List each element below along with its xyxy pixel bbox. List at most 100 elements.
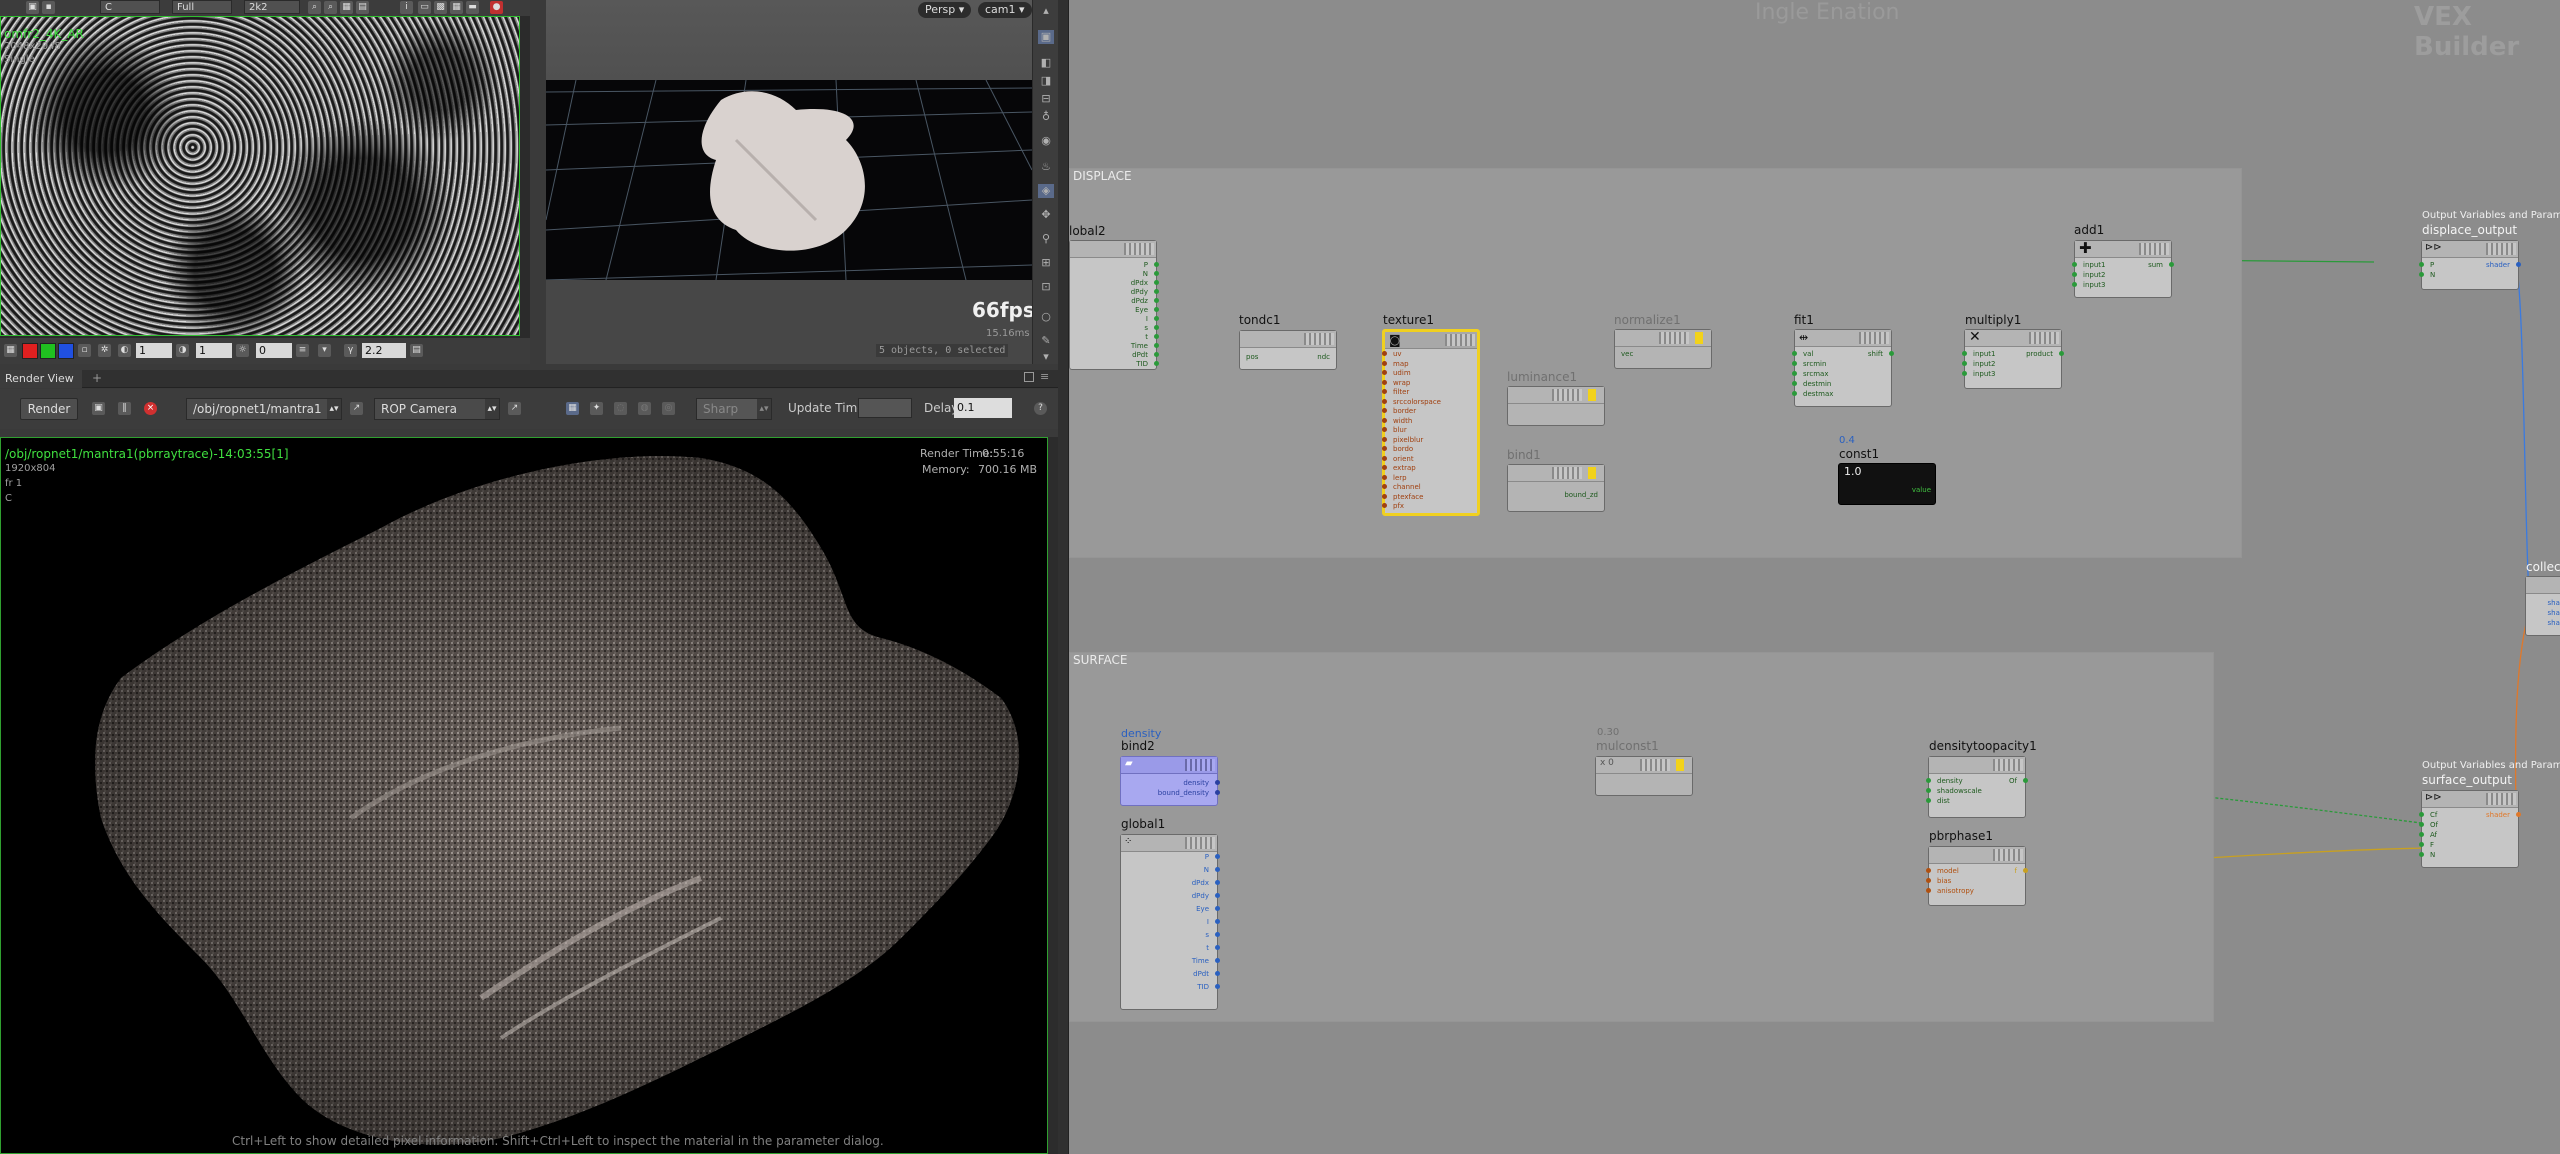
global1-port-dPdy[interactable]: dPdy	[1192, 892, 1209, 900]
surface_output-port-N[interactable]: N	[2430, 851, 2435, 859]
texture-image[interactable]	[0, 16, 520, 336]
densitytoopacity1-port-Of[interactable]: Of	[2009, 777, 2017, 785]
scroll-up-icon[interactable]: ▴	[1038, 4, 1054, 18]
global2-port-dPdy[interactable]: dPdy	[1131, 288, 1148, 296]
texture1-connector-orient[interactable]	[1382, 455, 1387, 461]
surface_output-connector-Af[interactable]	[2419, 832, 2424, 837]
displace_output-connector-P[interactable]	[2419, 262, 2424, 267]
global2-port-t[interactable]: t	[1145, 333, 1148, 341]
zoom-icon[interactable]: ⌕	[308, 1, 321, 14]
multiply1-port-input1[interactable]: input1	[1973, 350, 1995, 358]
multiply1-connector-product[interactable]	[2059, 351, 2064, 356]
bind1-node[interactable]: bound_zd	[1507, 464, 1605, 512]
texture1-connector-border[interactable]	[1382, 408, 1387, 413]
red-channel-swatch[interactable]	[22, 343, 38, 359]
luminance1-node[interactable]	[1507, 386, 1605, 426]
fit1-node[interactable]: ⇹ val srcmin srcmax destmin destmax shift	[1792, 329, 1894, 407]
texture1-connector-uv[interactable]	[1382, 351, 1387, 356]
add1-connector-input1[interactable]	[2072, 262, 2077, 267]
pbrphase1-connector-anisotropy[interactable]	[1926, 888, 1931, 893]
surface_output-port-F[interactable]: F	[2430, 841, 2434, 849]
texture1-connector-filter[interactable]	[1382, 389, 1387, 394]
add1-port-input1[interactable]: input1	[2083, 261, 2105, 269]
pose-icon[interactable]: ⚲	[1038, 232, 1054, 246]
rop-path-select[interactable]: /obj/ropnet1/mantra1 ▴▾	[186, 398, 342, 420]
texture1-port-filter[interactable]: filter	[1393, 388, 1409, 396]
global1-port-s[interactable]: s	[1205, 931, 1209, 939]
snapshot-icon[interactable]: ▦	[450, 1, 463, 14]
add1-port-input3[interactable]: input3	[2083, 281, 2105, 289]
texture1-port-ptexface[interactable]: ptexface	[1393, 493, 1423, 501]
display-mode-select[interactable]: Full	[172, 0, 232, 14]
global2-connector-t[interactable]	[1154, 334, 1159, 339]
global2-port-Eye[interactable]: Eye	[1135, 306, 1148, 314]
tondc1-node[interactable]: pos ndc	[1239, 330, 1337, 370]
densitytoopacity1-node[interactable]: density shadowscale dist Of	[1926, 756, 2028, 818]
pbrphase1-connector-f[interactable]	[2023, 868, 2028, 873]
texture1-connector-pfx[interactable]	[1382, 503, 1387, 508]
color-correct-icon[interactable]: ▤	[410, 344, 423, 357]
pane-menu-icon[interactable]: ≡	[1040, 370, 1049, 383]
texture1-connector-channel[interactable]	[1382, 484, 1387, 489]
global1-port-P[interactable]: P	[1205, 853, 1209, 861]
global1-port-Eye[interactable]: Eye	[1196, 905, 1209, 913]
add1-connector-input3[interactable]	[2072, 282, 2077, 287]
texture1-connector-map[interactable]	[1382, 360, 1387, 366]
help-icon[interactable]: ?	[1034, 402, 1047, 415]
global2-connector-s[interactable]	[1154, 325, 1159, 330]
sharp-select[interactable]: Sharp ▴▾	[696, 398, 772, 420]
bind1-out-port[interactable]: bound_zd	[1564, 491, 1598, 499]
offset-field[interactable]: 0	[256, 343, 292, 358]
pause-icon[interactable]: ‖	[118, 402, 131, 415]
displace_output-port-N[interactable]: N	[2430, 271, 2435, 279]
maximize-icon[interactable]	[1024, 372, 1034, 382]
volume-object[interactable]	[701, 91, 865, 251]
bind2-port-density[interactable]: density	[1183, 779, 1209, 787]
light-icon[interactable]: ♁	[1038, 110, 1054, 124]
history-icon[interactable]: ◍	[638, 402, 651, 415]
swatch-grid-icon[interactable]: ▦	[4, 344, 17, 357]
dropdown-arrow-icon[interactable]: ▾	[318, 344, 331, 357]
swatch-icon[interactable]: ▩	[434, 1, 447, 14]
handle-icon[interactable]: ✥	[1038, 208, 1054, 222]
pbrphase1-port-bias[interactable]: bias	[1937, 877, 1951, 885]
gamma-field[interactable]: 2.2	[362, 343, 406, 358]
densitytoopacity1-port-shadowscale[interactable]: shadowscale	[1937, 787, 1982, 795]
pbrphase1-port-anisotropy[interactable]: anisotropy	[1937, 887, 1974, 895]
texture1-port-pixelblur[interactable]: pixelblur	[1393, 436, 1423, 444]
displace_output-connector-shader[interactable]	[2516, 262, 2521, 267]
multiply1-node[interactable]: ✕ input1 input2 input3 product	[1962, 329, 2064, 389]
zoom-out-icon[interactable]: ⌕	[324, 1, 337, 14]
global1-connector-Time[interactable]	[1215, 958, 1220, 963]
surface_output-port-Cf[interactable]: Cf	[2430, 811, 2437, 819]
global2-port-dPdz[interactable]: dPdz	[1131, 297, 1148, 305]
global2-connector-dPdt[interactable]	[1154, 352, 1159, 357]
global2-connector-dPdx[interactable]	[1154, 280, 1159, 285]
frame-icon[interactable]: ▤	[356, 1, 369, 14]
densitytoopacity1-connector-dist[interactable]	[1926, 798, 1931, 803]
pbrphase1-port-model[interactable]: model	[1937, 867, 1959, 875]
texture1-node[interactable]: ◙ uv map udim wrap filter srccolorspace border…	[1382, 329, 1480, 516]
pbrphase1-node[interactable]: model bias anisotropy f	[1926, 846, 2028, 906]
pbrphase1-port-f[interactable]: f	[2015, 867, 2017, 875]
fit1-port-shift[interactable]: shift	[1868, 350, 1883, 358]
mulconst1-node[interactable]: x 0	[1595, 756, 1693, 796]
global2-connector-Eye[interactable]	[1154, 307, 1159, 312]
add1-port-sum[interactable]: sum	[2148, 261, 2163, 269]
visibility-icon[interactable]: ○	[1038, 310, 1054, 324]
color-icon[interactable]: ✦	[590, 402, 603, 415]
lut-icon[interactable]: ≡	[296, 344, 309, 357]
global2-connector-dPdz[interactable]	[1154, 298, 1159, 303]
global1-connector-dPdy[interactable]	[1215, 893, 1220, 898]
perspective-menu[interactable]: Persp ▾	[918, 2, 972, 18]
displace-output-node[interactable]: ⊳⊳ P Nshader	[2419, 240, 2521, 290]
add-tab-icon[interactable]: +	[92, 371, 102, 385]
add1-connector-sum[interactable]	[2169, 262, 2174, 267]
texture1-port-uv[interactable]: uv	[1393, 350, 1402, 358]
global2-port-Time[interactable]: Time	[1131, 342, 1148, 350]
collect-node[interactable]: shader1 shader2 shader3	[2525, 576, 2560, 636]
normalize1-node[interactable]: vec	[1614, 329, 1712, 369]
densitytoopacity1-port-dist[interactable]: dist	[1937, 797, 1950, 805]
collect-port-shader3[interactable]: shader3	[2548, 619, 2560, 627]
texture1-port-orient[interactable]: orient	[1393, 455, 1414, 463]
